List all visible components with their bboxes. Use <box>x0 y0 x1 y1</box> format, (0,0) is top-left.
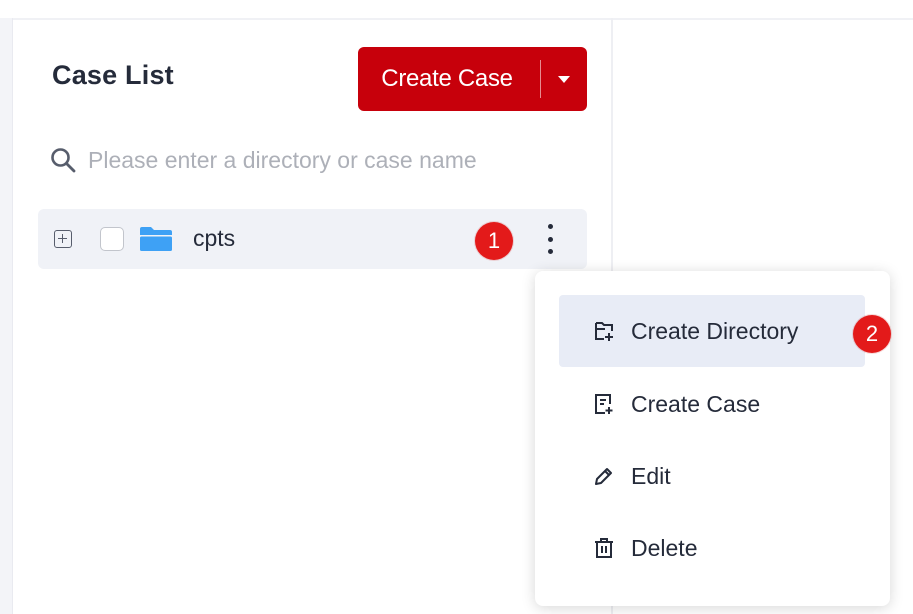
menu-item-label: Create Directory <box>631 317 799 344</box>
menu-item-delete[interactable]: Delete <box>559 512 865 584</box>
menu-item-label: Edit <box>631 462 671 489</box>
node-checkbox[interactable] <box>100 227 124 251</box>
menu-item-create-case[interactable]: Create Case <box>559 368 865 440</box>
panel-title: Case List <box>52 60 174 90</box>
menu-item-label: Create Case <box>631 390 761 417</box>
create-case-icon <box>592 392 616 416</box>
create-case-split-button[interactable]: Create Case <box>358 47 587 111</box>
step-badge-2: 2 <box>853 315 891 353</box>
menu-item-label: Delete <box>631 534 698 561</box>
create-directory-icon <box>592 319 616 343</box>
search-box <box>50 140 536 180</box>
create-case-button[interactable]: Create Case <box>358 65 540 93</box>
step-badge-1: 1 <box>475 222 513 260</box>
tree-node-label[interactable]: cpts <box>193 225 235 252</box>
edit-icon <box>592 464 616 488</box>
menu-item-create-directory[interactable]: Create Directory <box>559 295 865 367</box>
folder-icon <box>139 226 173 257</box>
search-icon <box>51 148 76 173</box>
delete-icon <box>592 536 616 560</box>
more-actions-icon[interactable] <box>538 222 562 256</box>
context-menu: Create Directory Create Case Edit Delete <box>535 271 890 606</box>
menu-item-edit[interactable]: Edit <box>559 440 865 512</box>
expand-plus-icon[interactable] <box>54 230 72 248</box>
caret-down-icon[interactable] <box>541 75 587 84</box>
left-navigation-edge <box>0 18 13 614</box>
top-toolbar-strip <box>0 0 913 20</box>
search-input[interactable] <box>88 146 528 174</box>
